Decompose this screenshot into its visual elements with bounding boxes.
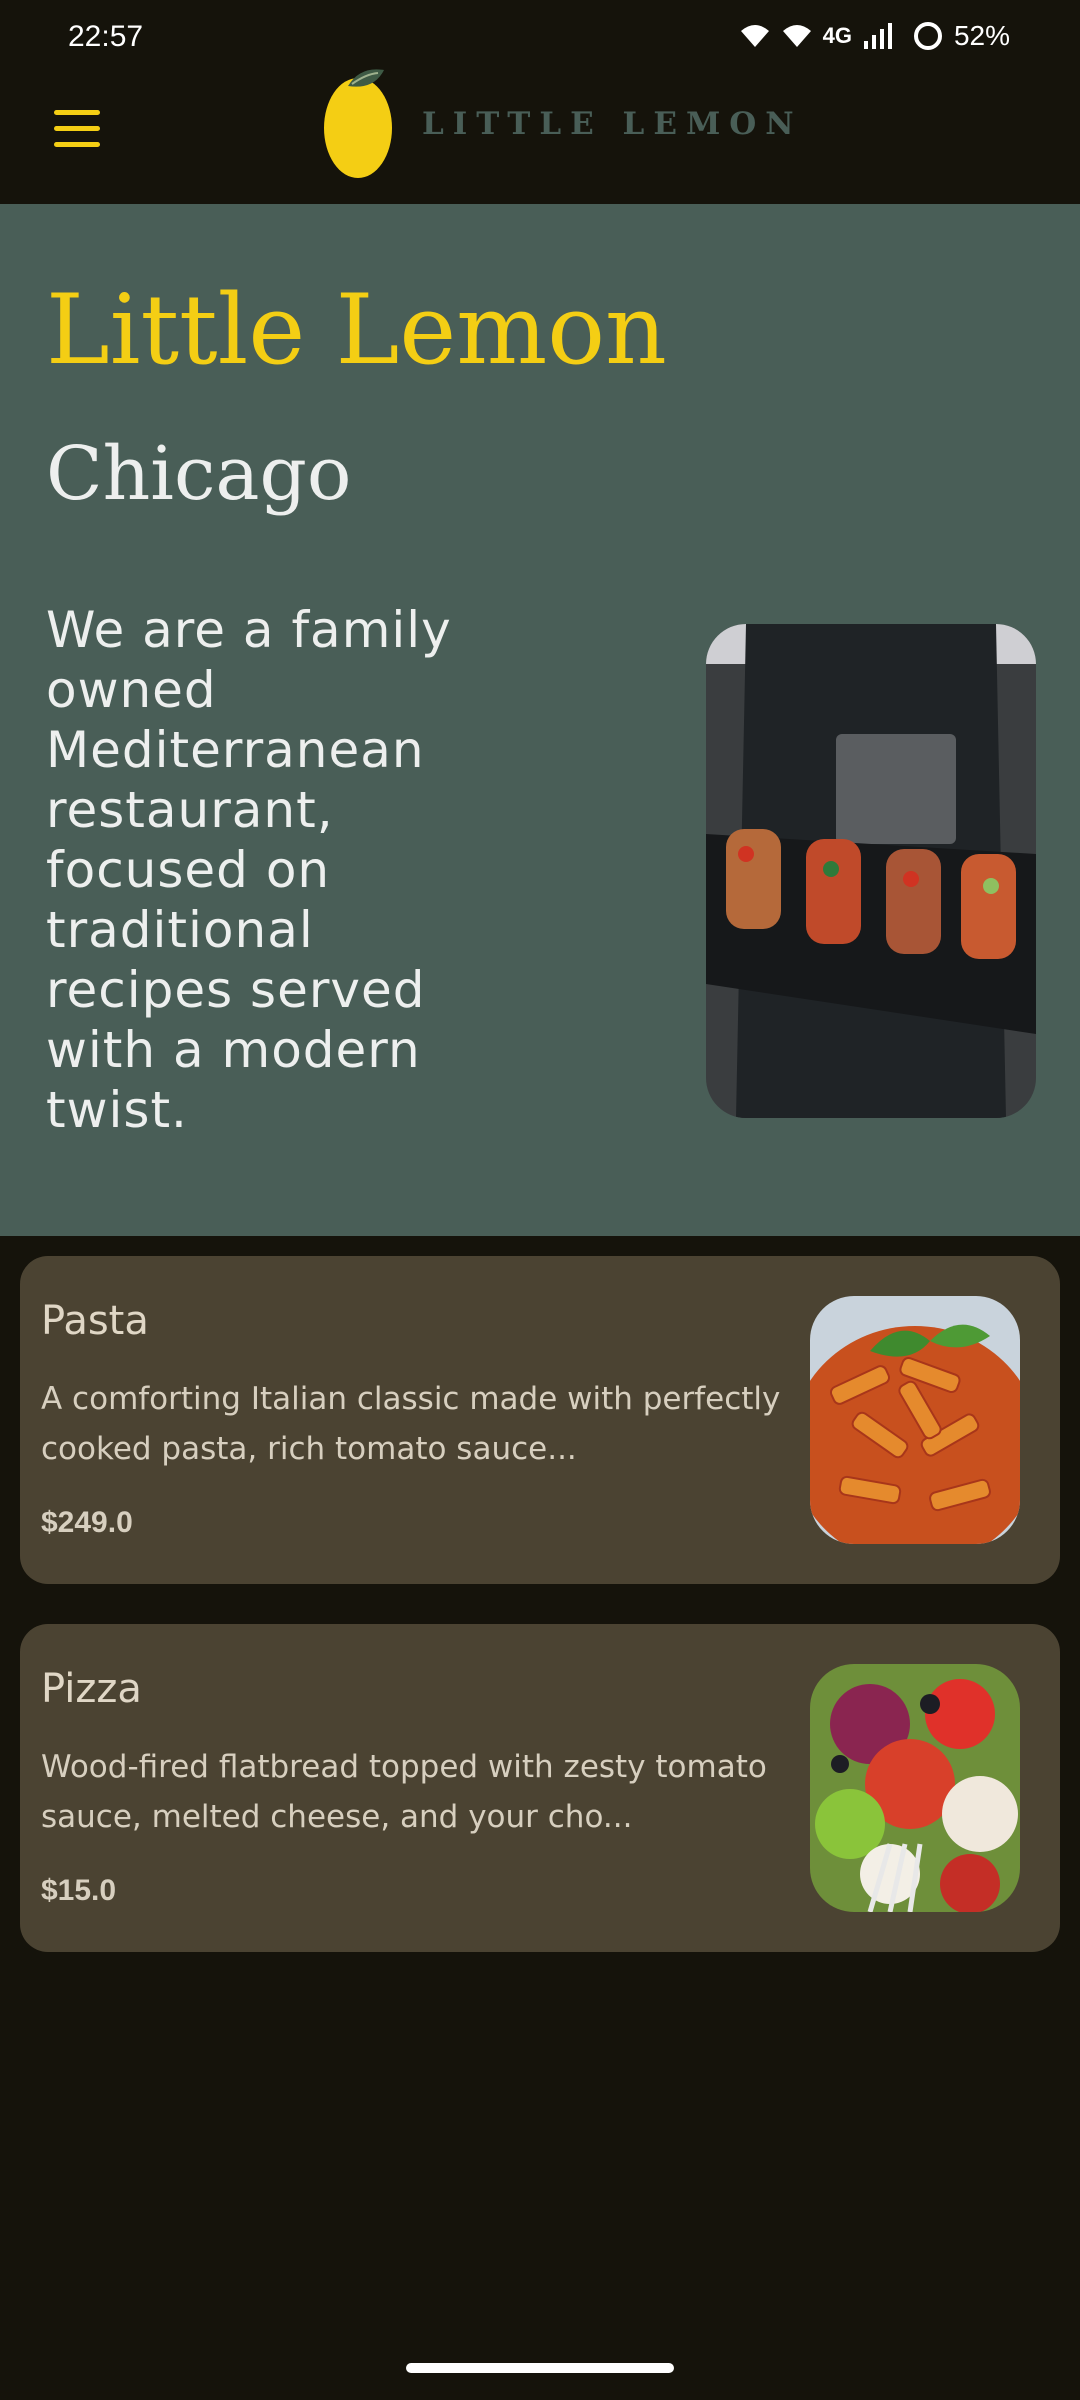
network-type-label: 4G (822, 23, 852, 48)
hero-food-image (706, 624, 1036, 1118)
top-app-bar: LITTLE LEMON (0, 60, 1080, 204)
menu-item-name: Pizza (41, 1666, 142, 1712)
lemon-icon (324, 69, 392, 178)
hamburger-menu-icon[interactable] (50, 104, 108, 156)
brand-logo: LITTLE LEMON (322, 64, 803, 184)
status-time: 22:57 (68, 20, 144, 53)
menu-item-card-pasta[interactable]: Pasta A comforting Italian classic made … (20, 1256, 1060, 1584)
menu-item-name: Pasta (41, 1298, 149, 1344)
hero-subtitle: Chicago (46, 431, 352, 517)
hero-description: We are a family owned Mediterranean rest… (46, 601, 452, 1139)
menu-item-description: Wood-fired flatbread topped with zesty t… (41, 1749, 767, 1835)
menu-item-price: $15.0 (41, 1874, 117, 1907)
signal-icon (863, 23, 892, 49)
hero-section: Little Lemon Chicago We are a family own… (0, 204, 1080, 1236)
menu-item-card-pizza[interactable]: Pizza Wood-fired flatbread topped with z… (20, 1624, 1060, 1952)
status-icons: 4G 52% (739, 20, 1010, 52)
hero-title: Little Lemon (46, 274, 667, 386)
menu-item-price: $249.0 (41, 1506, 133, 1539)
battery-percent: 52% (953, 20, 1010, 51)
salad-image (810, 1664, 1020, 1912)
battery-ring-icon (913, 22, 942, 50)
wifi-icon (782, 25, 811, 47)
pasta-image (810, 1296, 1020, 1544)
brand-name: LITTLE LEMON (422, 106, 803, 142)
home-indicator[interactable] (406, 2363, 674, 2373)
menu-item-description: A comforting Italian classic made with p… (41, 1381, 781, 1467)
wifi-icon (740, 25, 769, 47)
